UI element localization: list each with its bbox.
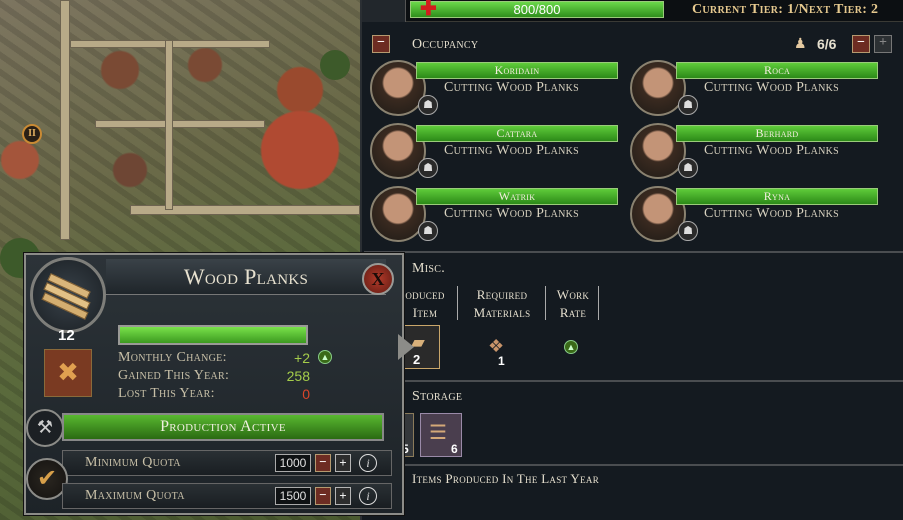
worker-name: Koridain (416, 62, 618, 79)
maximum-quota-input[interactable]: 1500 (275, 487, 311, 505)
add-worker-button[interactable]: + (874, 35, 892, 53)
worker-badge-icon: ☗ (678, 95, 698, 115)
column-divider (545, 286, 546, 320)
top-bar: 800/800 ✚ Current Tier: 1/Next Tier: 2 (362, 0, 903, 22)
worker-slot[interactable]: Cattara ☗ Cutting Wood Planks (370, 123, 630, 183)
storage-building-icon[interactable]: ✖ (44, 349, 92, 397)
maximum-quota-label: Maximum Quota (85, 488, 185, 503)
gained-value: 258 (286, 368, 310, 384)
tree (320, 50, 350, 80)
worker-task: Cutting Wood Planks (444, 80, 579, 95)
worker-task: Cutting Wood Planks (704, 206, 839, 221)
remove-worker-button[interactable]: − (852, 35, 870, 53)
worker-task: Cutting Wood Planks (704, 80, 839, 95)
lost-value: 0 (302, 386, 310, 402)
worker-name: Watrik (416, 188, 618, 205)
health-cross-icon: ✚ (420, 0, 437, 20)
wood-pile-icon: ☰ (429, 422, 447, 444)
minimum-quota-increase-button[interactable]: + (335, 454, 351, 472)
trend-up-icon: ▲ (318, 350, 332, 364)
pause-marker-icon[interactable]: II (22, 124, 42, 144)
tier-label: Current Tier: 1/Next Tier: 2 (692, 2, 879, 17)
minimum-quota-input[interactable]: 1000 (275, 454, 311, 472)
health-bar: 800/800 (410, 1, 664, 18)
section-divider (364, 464, 903, 466)
info-icon[interactable]: i (359, 454, 377, 472)
worker-badge-icon: ☗ (418, 95, 438, 115)
worker-badge-icon: ☗ (418, 158, 438, 178)
lost-label: Lost This Year: (118, 386, 215, 401)
misc-title: Misc. (412, 261, 446, 276)
production-active-toggle[interactable]: Production Active (62, 413, 384, 441)
section-divider (364, 251, 903, 253)
panel-corner (362, 0, 406, 22)
wood-planks-icon (30, 257, 106, 333)
storage-slot[interactable]: ☰ 6 (420, 413, 462, 457)
minimum-quota-label: Minimum Quota (85, 455, 181, 470)
worker-slot[interactable]: Berhard ☗ Cutting Wood Planks (630, 123, 890, 183)
section-divider (364, 380, 903, 382)
column-divider (598, 286, 599, 320)
resource-progress-bar (118, 325, 308, 345)
required-count: 1 (498, 354, 505, 368)
worker-badge-icon: ☗ (678, 158, 698, 178)
town-wall (60, 0, 70, 240)
worker-slot[interactable]: Ryna ☗ Cutting Wood Planks (630, 186, 890, 246)
storage-count: 6 (451, 442, 458, 456)
worker-icon: ♟ (794, 37, 807, 52)
occupancy-count: 6/6 (817, 36, 837, 52)
maximum-quota-decrease-button[interactable]: − (315, 487, 331, 505)
items-produced-title: Items Produced In The Last Year (412, 471, 599, 486)
worker-task: Cutting Wood Planks (444, 143, 579, 158)
monthly-change-label: Monthly Change: (118, 350, 227, 365)
worker-slot[interactable]: Roca ☗ Cutting Wood Planks (630, 60, 890, 120)
town-wall (165, 40, 173, 210)
worker-slot[interactable]: Watrik ☗ Cutting Wood Planks (370, 186, 630, 246)
worker-name: Cattara (416, 125, 618, 142)
minimum-quota-decrease-button[interactable]: − (315, 454, 331, 472)
resource-count: 12 (58, 327, 75, 344)
info-icon[interactable]: i (359, 487, 377, 505)
close-button[interactable]: X (362, 263, 394, 295)
column-work-rate: Work Rate (556, 287, 590, 320)
worker-name: Berhard (676, 125, 878, 142)
building-panel: 800/800 ✚ Current Tier: 1/Next Tier: 2 −… (360, 0, 903, 520)
maximum-quota-increase-button[interactable]: + (335, 487, 351, 505)
occupancy-title: Occupancy (412, 37, 479, 52)
maximum-quota-row: Maximum Quota 1500 − + i (62, 483, 392, 509)
gained-label: Gained This Year: (118, 368, 230, 383)
resource-popup: Wood Planks X 12 ✖ Monthly Change: +2 ▲ … (24, 253, 404, 515)
worker-task: Cutting Wood Planks (444, 206, 579, 221)
produced-count: 2 (413, 352, 421, 367)
worker-badge-icon: ☗ (418, 221, 438, 241)
worker-name: Roca (676, 62, 878, 79)
worker-badge-icon: ☗ (678, 221, 698, 241)
worker-name: Ryna (676, 188, 878, 205)
town-wall (95, 120, 265, 128)
column-produced-item: oduced Item (405, 287, 445, 320)
collapse-occupancy-button[interactable]: − (372, 35, 390, 53)
work-rate-up-icon[interactable]: ▲ (564, 340, 578, 354)
minimum-quota-row: Minimum Quota 1000 − + i (62, 450, 392, 476)
column-divider (457, 286, 458, 320)
worker-slot[interactable]: Koridain ☗ Cutting Wood Planks (370, 60, 630, 120)
monthly-change-value: +2 (294, 350, 310, 366)
worker-task: Cutting Wood Planks (704, 143, 839, 158)
hammer-icon[interactable]: ⚒ (26, 409, 64, 447)
popup-title: Wood Planks (106, 259, 386, 295)
column-required-materials: Required Materials (473, 287, 531, 320)
popup-pointer-arrow (398, 334, 414, 360)
storage-title: Storage (412, 389, 463, 404)
